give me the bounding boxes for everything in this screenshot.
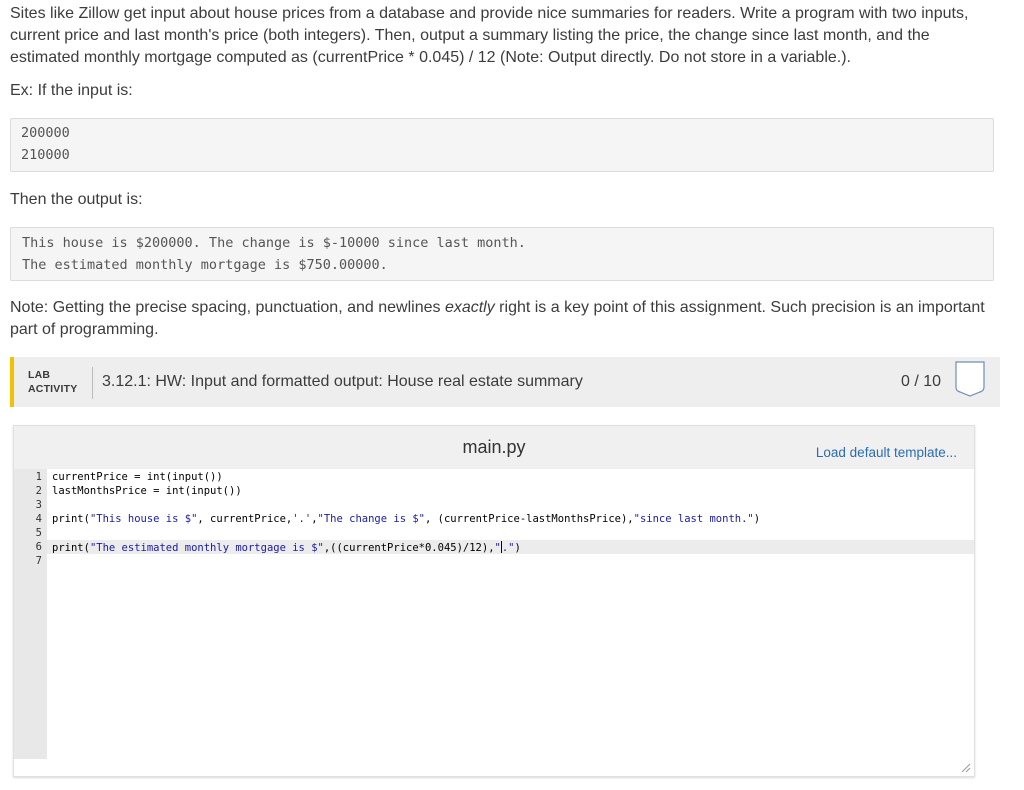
line-number-gutter: 1 2 3 4 5 6 7 (14, 469, 47, 759)
resize-handle-icon[interactable] (961, 763, 971, 773)
line-number: 3 (35, 499, 42, 511)
example-input-line: 210000 (21, 147, 70, 163)
code-line[interactable]: currentPrice = int(input()) (52, 471, 223, 485)
code-token: ) (753, 513, 761, 525)
example-intro: Ex: If the input is: (10, 82, 133, 99)
lab-tag-line1: LAB (28, 369, 51, 381)
load-default-template-link[interactable]: Load default template... (816, 445, 957, 460)
code-token: , currentPrice, (197, 513, 293, 525)
code-string: "This house is $" (89, 513, 198, 525)
lab-activity-header: LAB ACTIVITY 3.12.1: HW: Input and forma… (10, 357, 1000, 407)
note-emphasis: exactly (444, 299, 495, 316)
example-output-box: This house is $200000. The change is $-1… (10, 227, 994, 281)
code-token: print( (52, 542, 90, 554)
line-number: 2 (35, 485, 42, 497)
precision-note: Note: Getting the precise spacing, punct… (10, 297, 994, 341)
lab-activity-tag: LAB ACTIVITY (28, 368, 77, 396)
code-string: "The change is $" (317, 513, 425, 525)
description-paragraph: Sites like Zillow get input about house … (10, 5, 969, 66)
lab-tag-line2: ACTIVITY (28, 383, 78, 395)
code-line[interactable]: lastMonthsPrice = int(input()) (52, 485, 242, 499)
code-string: "The estimated monthly mortgage is $" (89, 542, 324, 554)
line-number: 1 (35, 471, 42, 483)
code-token: ) (514, 542, 521, 554)
editor-header: main.py Load default template... (14, 426, 974, 469)
shield-icon (955, 361, 985, 397)
code-line[interactable]: print("This house is $", currentPrice,'.… (52, 513, 760, 527)
note-text-start: Note: Getting the precise spacing, punct… (10, 299, 445, 316)
code-string: "since last month." (633, 513, 754, 525)
line-number: 7 (35, 555, 42, 567)
code-string: ." (501, 542, 515, 554)
code-editor: main.py Load default template... 1 2 3 4… (13, 425, 975, 777)
example-input-line: 200000 (21, 125, 70, 141)
output-intro: Then the output is: (10, 191, 143, 208)
example-output-line: This house is $200000. The change is $-1… (22, 235, 526, 251)
lab-divider (92, 367, 93, 399)
line-number: 4 (35, 513, 42, 525)
code-string: '.' (292, 513, 312, 525)
example-output-line: The estimated monthly mortgage is $750.0… (22, 257, 388, 273)
example-input-box: 200000 210000 (10, 118, 994, 172)
line-number: 5 (35, 527, 42, 539)
code-token: , (currentPrice-lastMonthsPrice), (425, 513, 634, 525)
code-line[interactable]: print("The estimated monthly mortgage is… (52, 541, 521, 556)
code-token: print( (52, 513, 90, 525)
code-token: ,((currentPrice*0.045)/12), (323, 542, 495, 554)
lab-title: 3.12.1: HW: Input and formatted output: … (102, 373, 583, 390)
line-number: 6 (35, 541, 42, 553)
lab-score: 0 / 10 (901, 373, 942, 390)
